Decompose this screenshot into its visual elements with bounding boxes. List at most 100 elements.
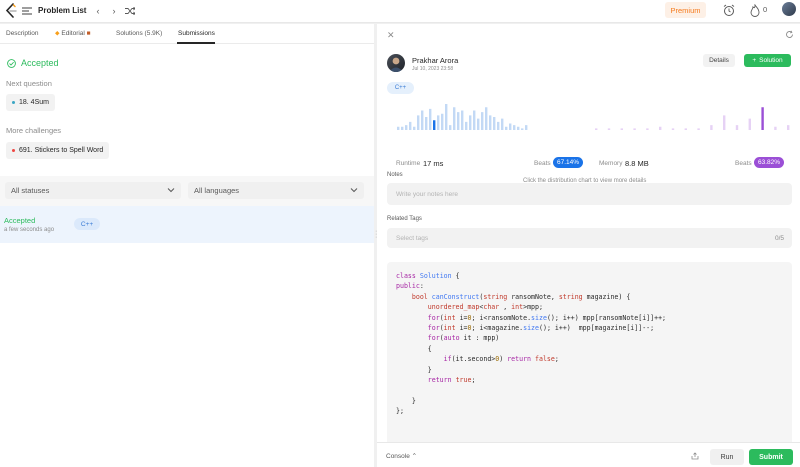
tab-editorial[interactable]: ⬥ Editorial ■: [55, 30, 91, 38]
memory-distribution-bar: [684, 128, 687, 130]
tags-count: 0/5: [774, 235, 784, 242]
runtime-distribution-bar: [453, 107, 456, 130]
prev-problem-button[interactable]: ‹: [91, 4, 105, 18]
code-language-chip: C++: [387, 82, 414, 94]
runtime-distribution-bar: [417, 115, 420, 130]
code-line: for(int i=0; i<magazine.size(); i++) mpp…: [427, 323, 655, 332]
premium-button[interactable]: Premium: [665, 2, 706, 18]
problem-list-title[interactable]: Problem List: [38, 6, 86, 15]
memory-distribution-bar: [659, 126, 662, 130]
runtime-label: Runtime: [396, 160, 421, 167]
performance-distribution-chart[interactable]: [393, 102, 793, 132]
more-challenge-chip[interactable]: 691. Stickers to Spell Word: [6, 142, 110, 159]
memory-distribution-bar: [607, 128, 611, 130]
runtime-distribution-bar: [425, 117, 428, 130]
check-circle-icon: [7, 58, 16, 68]
submission-detail-pane: ✕ Prakhar Arora Jul 10, 2023 23:58 Detai…: [377, 24, 800, 446]
memory-distribution-bar: [671, 128, 675, 130]
memory-distribution-bar: [774, 126, 777, 130]
runtime-distribution-bar: [457, 112, 460, 130]
memory-distribution-bar: [697, 128, 700, 130]
runtime-distribution-bar: [441, 113, 444, 130]
tab-solutions[interactable]: Solutions (5.9K): [116, 30, 162, 37]
plus-icon: +: [752, 57, 757, 64]
runtime-distribution-bar: [397, 126, 400, 130]
bottom-bar: Console ⌃ Run Submit: [377, 442, 800, 467]
code-line: public:: [396, 282, 424, 291]
runtime-distribution-bar: [445, 104, 448, 130]
fire-streak-icon[interactable]: [750, 4, 760, 17]
memory-distribution-bar: [633, 128, 636, 130]
status-filter-select[interactable]: All statuses: [5, 182, 181, 199]
author-avatar[interactable]: [387, 54, 405, 72]
submission-language-badge: C++: [74, 218, 100, 230]
language-filter-select[interactable]: All languages: [188, 182, 364, 199]
next-problem-button[interactable]: ›: [107, 4, 121, 18]
close-icon[interactable]: ✕: [387, 30, 395, 41]
runtime-distribution-bar: [517, 126, 520, 130]
post-solution-label: Solution: [759, 57, 783, 64]
left-pane: Description ⬥ Editorial ■ Solutions (5.9…: [0, 24, 374, 467]
problem-tabs: Description ⬥ Editorial ■ Solutions (5.9…: [0, 24, 374, 44]
submission-row[interactable]: Accepted a few seconds ago C++: [0, 206, 374, 243]
runtime-distribution-bar: [505, 126, 508, 130]
runtime-distribution-bar: [405, 125, 408, 130]
next-question-label: Next question: [6, 79, 52, 88]
tab-editorial-label: Editorial: [61, 30, 85, 37]
submit-button[interactable]: Submit: [749, 449, 793, 465]
run-button[interactable]: Run: [710, 449, 744, 465]
code-line: class Solution {: [396, 272, 460, 280]
upload-icon[interactable]: [691, 452, 699, 460]
details-button[interactable]: Details: [703, 54, 735, 67]
memory-distribution-bar: [761, 107, 764, 130]
tab-description[interactable]: Description: [6, 30, 39, 37]
memory-label: Memory: [599, 160, 623, 167]
related-tags-label: Related Tags: [387, 216, 422, 222]
tab-submissions[interactable]: Submissions: [178, 30, 215, 37]
leetcode-logo-icon[interactable]: [5, 3, 17, 19]
alarm-clock-icon[interactable]: [723, 4, 735, 17]
runtime-distribution-bar: [433, 120, 436, 130]
problem-list-icon[interactable]: [22, 6, 32, 16]
tags-select[interactable]: Select tags 0/5: [387, 228, 792, 248]
code-line: unordered_map<char , int>mpp;: [427, 303, 543, 312]
console-toggle[interactable]: Console ⌃: [386, 452, 417, 460]
runtime-distribution-bar: [501, 118, 504, 130]
post-solution-button[interactable]: + Solution: [744, 54, 791, 67]
runtime-distribution-bar: [429, 108, 432, 130]
shuffle-icon: [125, 7, 135, 15]
submission-date: Jul 10, 2023 23:58: [412, 66, 454, 72]
user-avatar[interactable]: [782, 2, 796, 16]
runtime-distribution-bar: [401, 126, 404, 130]
chevron-left-icon: ‹: [96, 6, 100, 16]
more-challenges-label: More challenges: [6, 126, 62, 135]
chevron-up-icon: ⌃: [411, 453, 418, 460]
memory-distribution-bar: [787, 125, 790, 130]
chevron-down-icon: [350, 188, 358, 193]
runtime-distribution-bar: [409, 121, 412, 130]
difficulty-dot: [12, 101, 15, 104]
notes-input[interactable]: Write your notes here: [387, 183, 792, 205]
next-question-chip[interactable]: 18. 4Sum: [6, 94, 55, 111]
runtime-distribution-bar: [521, 128, 524, 130]
code-line: bool canConstruct(string ransomNote, str…: [411, 292, 631, 301]
code-block[interactable]: class Solution { public: bool canConstruc…: [387, 262, 792, 446]
random-problem-button[interactable]: [123, 4, 137, 18]
memory-distribution-bar: [723, 115, 726, 130]
notes-placeholder: Write your notes here: [396, 190, 459, 198]
memory-value: 8.8 MB: [625, 159, 649, 168]
runtime-distribution-bar: [465, 121, 468, 130]
editorial-icon: ⬥: [55, 30, 60, 37]
runtime-distribution-bar: [421, 110, 424, 130]
code-line: return true;: [427, 375, 476, 384]
runtime-beats-label: Beats: [534, 160, 551, 167]
memory-distribution-bar: [595, 128, 598, 130]
tags-placeholder: Select tags: [396, 234, 429, 242]
difficulty-dot: [12, 149, 15, 152]
next-question-title: 18. 4Sum: [19, 99, 49, 106]
refresh-icon[interactable]: [785, 30, 794, 39]
runtime-value: 17 ms: [423, 159, 444, 168]
memory-beats-pill: 63.82%: [754, 157, 785, 168]
runtime-distribution-bar: [449, 125, 452, 130]
author-name[interactable]: Prakhar Arora: [412, 56, 458, 65]
